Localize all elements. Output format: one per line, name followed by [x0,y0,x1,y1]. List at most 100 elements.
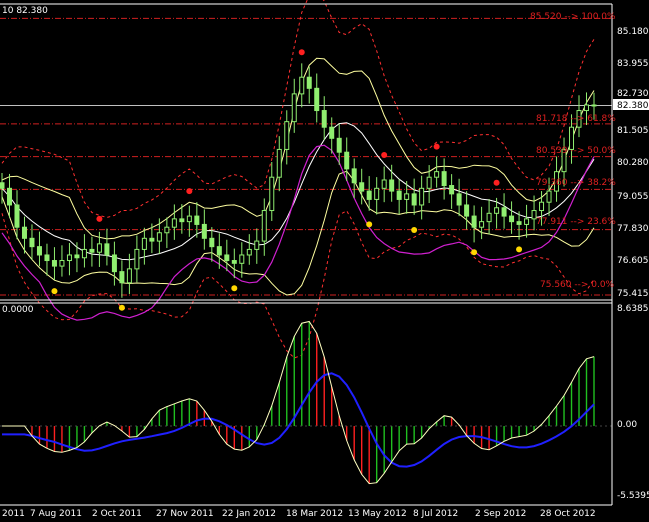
price-tick: 82.730 [617,89,649,99]
candle-body [246,248,252,256]
candle-body [66,254,72,262]
candle-body [224,254,230,262]
candle-body [299,76,305,95]
candle-body [479,221,485,228]
fib-label-38-2: 79.360 --> 38.2% [536,178,616,188]
time-label: 27 Nov 2011 [156,509,214,519]
candle-body [0,182,5,189]
candle-body [456,193,462,206]
price-chart[interactable]: 10 82.380 0.0000 85.180 83.955 82.730 81… [0,0,649,522]
price-tick: 85.180 [617,27,649,37]
candle-body [441,171,447,187]
candle-body [179,218,185,223]
price-axis: 85.180 83.955 82.730 81.505 80.280 79.05… [617,27,649,299]
candle-body [126,268,132,284]
candle-body [111,254,117,273]
oscillator-tick: -5.5395 [617,491,649,501]
candle-body [434,171,440,178]
candle-body [494,207,500,214]
candle-body [104,243,110,256]
oscillator-readout: 0.0000 [2,305,34,315]
fib-label-23-6: 77.911 --> 23.6% [536,217,616,227]
time-label: 13 May 2012 [348,509,407,519]
candle-body [134,248,140,270]
candle-body [231,260,237,264]
candle-body [314,87,320,112]
candle-body [164,226,170,234]
candle-body [329,126,335,139]
fractal-down-marker [118,304,125,311]
time-label: 2 Sep 2012 [475,509,526,519]
candle-body [74,254,80,259]
candle-body [216,246,222,256]
fractal-down-marker [366,221,373,228]
candle-body [14,204,20,228]
candle-body [306,76,312,89]
candle-body [539,201,545,212]
fractal-down-marker [516,246,523,253]
candle-body [509,215,515,223]
candle-body [149,237,155,242]
candle-body [464,204,470,217]
time-label: 18 Mar 2012 [286,509,343,519]
time-label: 22 Jan 2012 [222,509,276,519]
fractal-down-marker [471,249,478,256]
candle-body [344,151,350,170]
candle-body [254,240,260,250]
time-label: 7 Aug 2011 [30,509,82,519]
candle-body [471,215,477,228]
candle-body [21,226,27,239]
candle-body [374,187,380,200]
fractal-up-marker [298,49,305,56]
candle-body [396,190,402,200]
fractal-down-marker [51,288,58,295]
candle-body [404,193,410,200]
time-axis: 2011 7 Aug 2011 2 Oct 2011 27 Nov 2011 2… [2,509,596,519]
time-label: 2 Oct 2011 [92,509,142,519]
time-label: 28 Oct 2012 [540,509,596,519]
candle-body [411,193,417,206]
candle-body [366,190,372,200]
price-tick: 76.605 [617,256,649,266]
candle-body [81,248,87,259]
fib-label-100: 85.520 --> 100.0% [530,12,616,22]
candle-body [59,260,65,267]
candle-body [276,148,282,178]
candle-body [141,237,147,250]
candle-body [44,254,50,262]
fib-label-0: 75.560 --> 0.0% [540,280,615,290]
candle-body [486,212,492,223]
candle-body [284,121,290,150]
candle-body [389,179,395,192]
fib-label-50: 80.539 --> 50.0% [536,146,616,156]
price-tick: 81.505 [617,126,649,136]
candle-body [501,207,507,217]
candle-body [321,110,327,128]
time-label: 8 Jul 2012 [413,509,458,519]
fractal-up-marker [96,215,103,222]
price-readout: 10 82.380 [2,6,48,16]
candle-body [171,218,177,228]
candle-body [209,237,215,248]
candle-body [351,168,357,184]
candle-body [584,104,590,112]
candle-body [186,215,192,223]
price-tick: 79.055 [617,192,649,202]
price-tick: 83.955 [617,59,649,69]
candle-body [359,182,365,192]
candle-body [381,179,387,189]
fractal-up-marker [186,188,193,195]
candle-body [119,271,125,284]
candle-body [516,221,522,225]
candle-body [261,210,267,242]
oscillator-tick: 0.00 [617,420,637,430]
candle-body [546,190,552,203]
oscillator-tick: 8.6385 [617,304,649,314]
candle-body [6,187,12,206]
candle-body [449,185,455,195]
fractal-up-marker [381,151,388,158]
candle-body [156,232,162,242]
candle-body [426,176,432,189]
fractal-down-marker [231,285,238,292]
candle-body [239,254,245,264]
